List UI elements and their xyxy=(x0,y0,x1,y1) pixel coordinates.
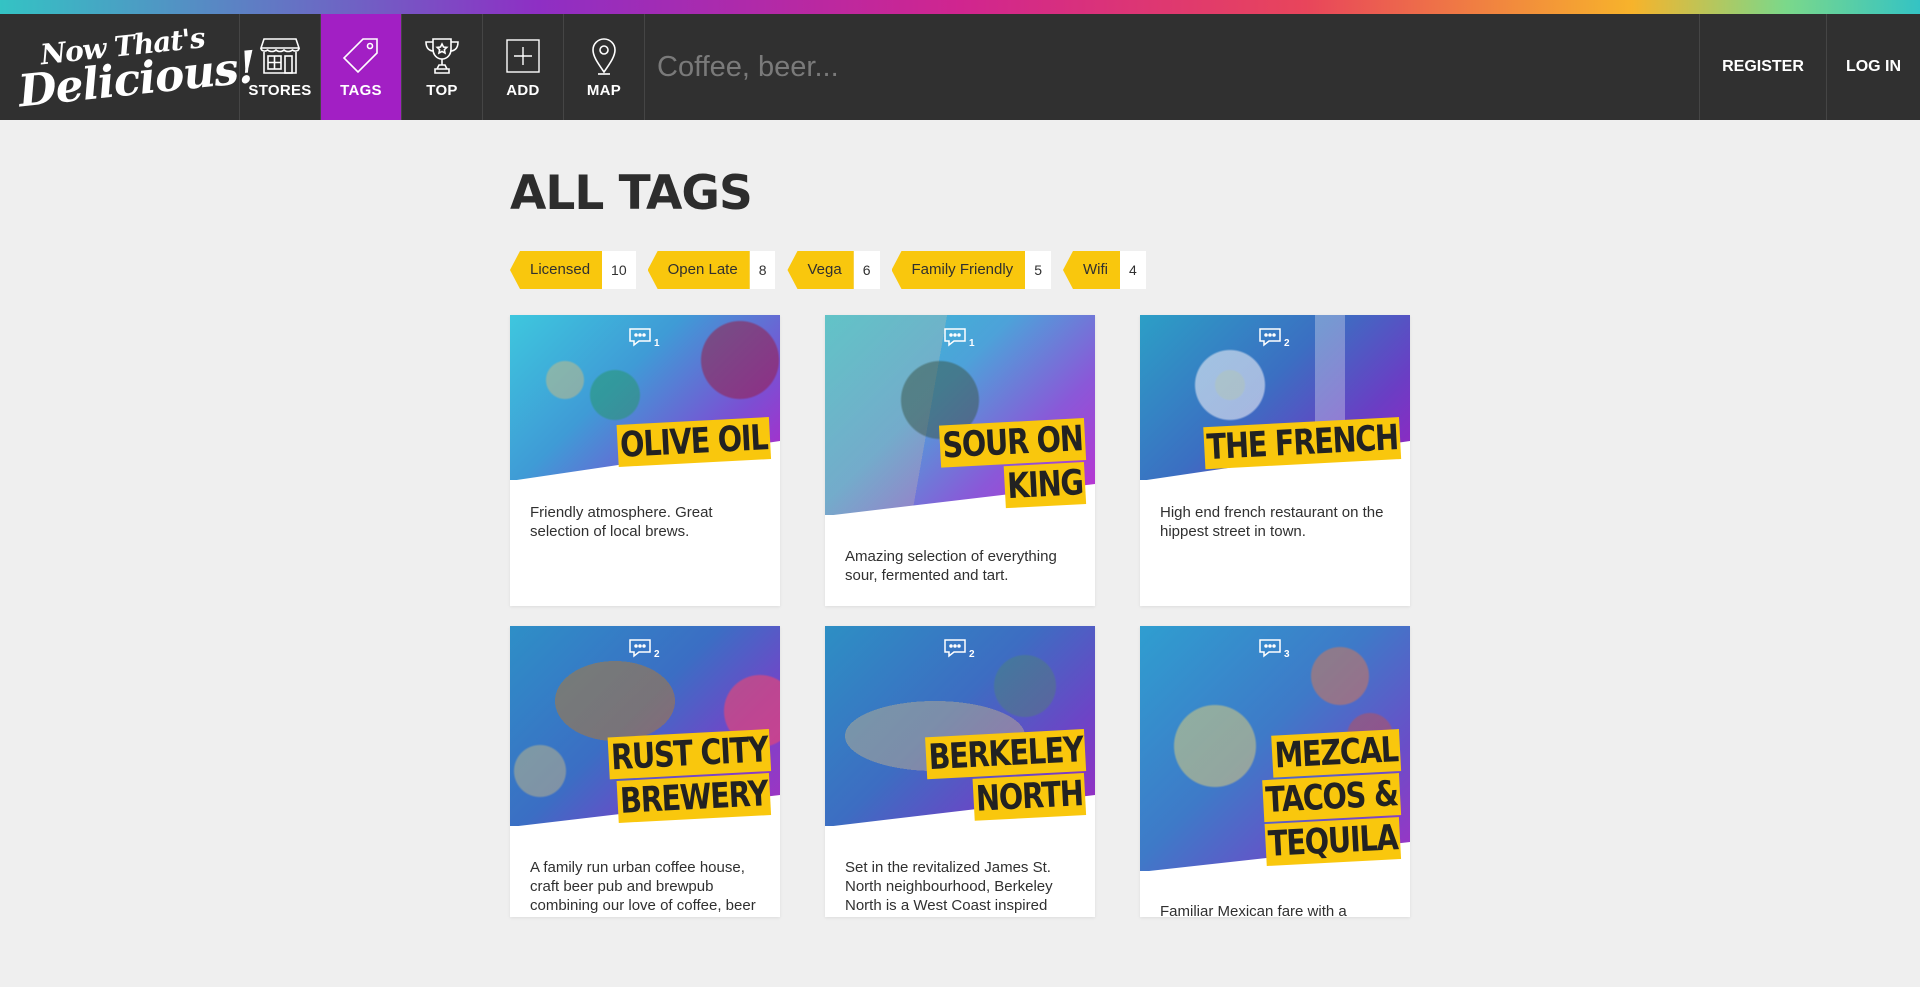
nav-tags-label: TAGS xyxy=(340,81,382,99)
nav-add[interactable]: ADD xyxy=(483,14,564,120)
store-hero-image: 2 THE FRENCH xyxy=(1140,315,1410,480)
store-title-line: OLIVE OIL xyxy=(616,417,772,467)
tag-count: 4 xyxy=(1119,251,1146,289)
store-hero-image: 2 BERKELEY NORTH xyxy=(825,626,1095,826)
store-description: A family run urban coffee house, craft b… xyxy=(530,859,756,917)
store-description: Amazing selection of everything sour, fe… xyxy=(845,548,1057,584)
trophy-icon xyxy=(422,36,462,76)
store-card-mezcal-tacos-tequila[interactable]: 3 MEZCAL TACOS & TEQUILA Familiar Mexica… xyxy=(1140,626,1410,917)
comment-icon xyxy=(629,639,651,658)
store-hero-image: 2 RUST CITY BREWERY xyxy=(510,626,780,826)
store-title-line: MEZCAL xyxy=(1270,729,1402,778)
store-grid: 1 OLIVE OIL Friendly atmosphere. Great s… xyxy=(510,315,1410,917)
comment-icon xyxy=(944,328,966,347)
nav-top-label: TOP xyxy=(426,81,458,99)
store-title: OLIVE OIL xyxy=(584,417,772,467)
store-hero-image: 3 MEZCAL TACOS & TEQUILA xyxy=(1140,626,1410,871)
store-title-line: SOUR ON xyxy=(938,418,1087,468)
store-title-line: TACOS & xyxy=(1262,773,1402,823)
store-title: THE FRENCH xyxy=(1161,417,1402,470)
tag-name: Open Late xyxy=(647,251,750,289)
store-title-line: BREWERY xyxy=(616,773,772,823)
search-container xyxy=(645,14,1700,120)
add-icon xyxy=(503,36,543,76)
tag-name: Family Friendly xyxy=(891,251,1026,289)
store-title-line: RUST CITY xyxy=(607,729,772,780)
store-hero-image: 1 SOUR ON KING xyxy=(825,315,1095,515)
rainbow-top-bar xyxy=(0,0,1920,14)
store-title: RUST CITY BREWERY xyxy=(573,729,772,823)
store-card-berkeley-north[interactable]: 2 BERKELEY NORTH Set in the revitalized … xyxy=(825,626,1095,917)
tag-open-late[interactable]: Open Late 8 xyxy=(647,251,776,289)
store-title: SOUR ON KING xyxy=(908,418,1087,509)
store-title: BERKELEY NORTH xyxy=(891,729,1087,821)
store-title-line: BERKELEY xyxy=(924,729,1087,780)
store-description: Familiar Mexican fare with a gourmet twi… xyxy=(1160,903,1347,917)
page-title: ALL TAGS xyxy=(510,166,753,221)
tag-wifi[interactable]: Wifi 4 xyxy=(1062,251,1146,289)
store-card-rust-city-brewery[interactable]: 2 RUST CITY BREWERY A family run urban c… xyxy=(510,626,780,917)
map-pin-icon xyxy=(584,36,624,76)
tag-count: 6 xyxy=(853,251,880,289)
comment-icon xyxy=(1259,639,1281,658)
store-description: Friendly atmosphere. Great selection of … xyxy=(530,504,713,540)
store-title-line: KING xyxy=(1003,462,1087,509)
tag-vega[interactable]: Vega 6 xyxy=(787,251,880,289)
main-content: ALL TAGS Licensed 10 Open Late 8 Vega 6 … xyxy=(510,120,1410,917)
store-card-the-french[interactable]: 2 THE FRENCH High end french restaurant … xyxy=(1140,315,1410,606)
review-count: 2 xyxy=(943,638,975,660)
register-link[interactable]: REGISTER xyxy=(1700,14,1827,120)
review-count: 2 xyxy=(628,638,660,660)
store-title: MEZCAL TACOS & TEQUILA xyxy=(1233,729,1402,867)
review-count: 2 xyxy=(1258,327,1290,349)
tag-count: 5 xyxy=(1025,251,1051,289)
tag-name: Wifi xyxy=(1062,251,1120,289)
tag-family-friendly[interactable]: Family Friendly 5 xyxy=(891,251,1051,289)
store-description: High end french restaurant on the hippes… xyxy=(1160,504,1384,540)
tag-name: Vega xyxy=(787,251,854,289)
nav-map-label: MAP xyxy=(586,81,622,99)
nav-tags[interactable]: TAGS xyxy=(321,14,402,120)
tag-licensed[interactable]: Licensed 10 xyxy=(510,251,636,289)
tag-count: 8 xyxy=(749,251,776,289)
site-logo[interactable]: Now That's Delicious! xyxy=(0,14,258,120)
store-card-olive-oil[interactable]: 1 OLIVE OIL Friendly atmosphere. Great s… xyxy=(510,315,780,606)
comment-icon xyxy=(1259,328,1281,347)
tag-name: Licensed xyxy=(510,251,603,289)
tag-count: 10 xyxy=(602,251,636,289)
store-hero-image: 1 OLIVE OIL xyxy=(510,315,780,480)
comment-icon xyxy=(629,328,651,347)
search-input[interactable] xyxy=(657,50,1257,84)
tag-icon xyxy=(341,36,381,76)
store-title-line: TEQUILA xyxy=(1264,817,1402,867)
store-title-line: NORTH xyxy=(972,773,1087,821)
comment-icon xyxy=(944,639,966,658)
review-count: 1 xyxy=(943,327,975,349)
store-description: Set in the revitalized James St. North n… xyxy=(845,859,1072,917)
nav-add-label: ADD xyxy=(506,81,540,99)
review-count: 1 xyxy=(628,327,660,349)
store-card-sour-on-king[interactable]: 1 SOUR ON KING Amazing selection of ever… xyxy=(825,315,1095,606)
review-count: 3 xyxy=(1258,638,1290,660)
auth-links: REGISTER LOG IN xyxy=(1700,14,1920,120)
store-icon xyxy=(260,36,300,76)
top-navigation: Now That's Delicious! STORES TAGS TOP AD… xyxy=(0,14,1920,120)
nav-map[interactable]: MAP xyxy=(564,14,645,120)
nav-top[interactable]: TOP xyxy=(402,14,483,120)
login-link[interactable]: LOG IN xyxy=(1827,14,1920,120)
tag-list: Licensed 10 Open Late 8 Vega 6 Family Fr… xyxy=(510,251,1410,289)
